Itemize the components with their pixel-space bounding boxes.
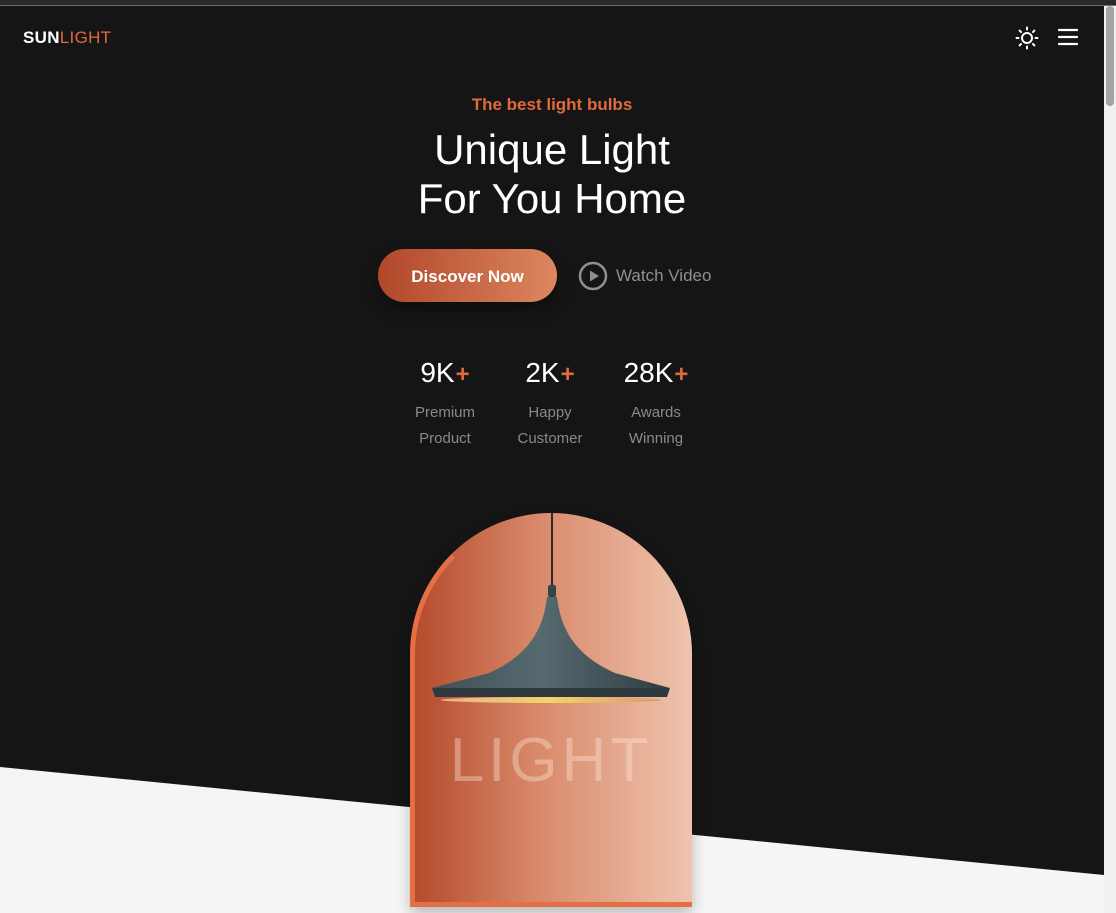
hero-title-line-2: For You Home xyxy=(417,175,687,222)
site-header: SUNLIGHT xyxy=(0,6,1104,70)
stat-label-line-2: Product xyxy=(419,430,471,447)
page-scrollbar[interactable] xyxy=(1104,6,1116,913)
stat-label: Premium Product xyxy=(395,400,495,452)
menu-toggle-button[interactable] xyxy=(1057,27,1079,47)
hero-subtitle: The best light bulbs xyxy=(471,95,633,114)
stat-label-line-2: Customer xyxy=(517,430,583,447)
stat-premium-product: 9K+ Premium Product xyxy=(395,356,495,452)
stat-label: Happy Customer xyxy=(500,400,600,452)
stat-awards-winning: 28K+ Awards Winning xyxy=(606,356,706,452)
stat-number: 2K xyxy=(525,357,560,388)
stat-value: 9K+ xyxy=(395,356,495,392)
stat-label-line-1: Awards xyxy=(631,404,681,421)
hero-title: Unique Light For You Home xyxy=(0,125,1104,223)
site-logo[interactable]: SUNLIGHT xyxy=(23,28,111,48)
hero-section: The best light bulbs Unique Light For Yo… xyxy=(0,0,1104,913)
theme-toggle-button[interactable] xyxy=(1015,26,1039,50)
play-circle-icon xyxy=(578,261,608,291)
stat-plus: + xyxy=(674,361,689,388)
stat-label-line-1: Happy xyxy=(528,404,572,421)
stat-plus: + xyxy=(560,361,575,388)
hamburger-menu-icon xyxy=(1057,28,1079,46)
sun-icon xyxy=(1015,26,1039,50)
stat-label-line-1: Premium xyxy=(414,404,475,421)
page: SUNLIGHT The best light bulbs Unique Lig… xyxy=(0,0,1116,913)
stat-number: 28K xyxy=(623,357,674,388)
showcase-word: LIGHT xyxy=(449,726,653,795)
logo-text-sun: SUN xyxy=(23,28,60,47)
stat-label: Awards Winning xyxy=(606,400,706,452)
discover-now-button[interactable]: Discover Now xyxy=(378,249,557,302)
stat-value: 28K+ xyxy=(606,356,706,392)
logo-text-light: LIGHT xyxy=(59,28,112,47)
stat-label-line-2: Winning xyxy=(628,430,684,447)
scrollbar-thumb[interactable] xyxy=(1106,6,1114,106)
product-showcase-arch: LIGHT xyxy=(410,513,692,907)
pendant-lamp-image xyxy=(432,513,670,703)
stat-happy-customer: 2K+ Happy Customer xyxy=(500,356,600,452)
stat-plus: + xyxy=(455,361,470,388)
stat-number: 9K xyxy=(420,357,455,388)
stat-value: 2K+ xyxy=(500,356,600,392)
watch-video-label: Watch Video xyxy=(616,266,712,285)
watch-video-link[interactable]: Watch Video xyxy=(578,261,711,291)
hero-title-line-1: Unique Light xyxy=(434,126,670,173)
